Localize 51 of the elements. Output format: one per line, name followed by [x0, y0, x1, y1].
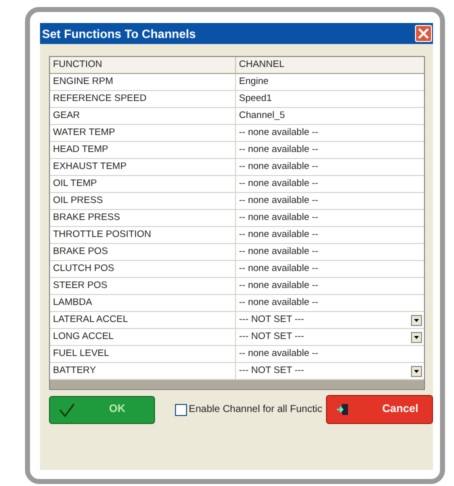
table-cell-text: -- none available -- — [238, 278, 318, 293]
column-header[interactable]: CHANNEL — [236, 57, 424, 73]
checkmark-icon — [58, 402, 76, 418]
table-cell-text: -- none available -- — [238, 346, 318, 361]
dropdown-value: --- NOT SET --- — [238, 364, 304, 378]
dropdown-arrow-icon — [414, 336, 419, 338]
table-cell: FUEL LEVEL — [50, 346, 236, 362]
window-title: Set Functions To Channels — [42, 26, 196, 42]
table-cell-text: -- none available -- — [238, 126, 318, 140]
cancel-button[interactable]: Cancel — [326, 395, 433, 424]
table-cell: STEER POS — [50, 278, 236, 294]
table-cell: LATERAL ACCEL — [50, 312, 236, 328]
table-cell: WATER TEMP — [50, 125, 236, 141]
table-cell: LONG ACCEL — [50, 329, 236, 345]
table-cell: EXHAUST TEMP — [50, 159, 236, 175]
table-cell: BATTERY — [50, 363, 236, 379]
table-cell-text: -- none available -- — [238, 262, 318, 276]
table-cell-text: -- none available -- — [238, 176, 318, 191]
table-cell: BRAKE POS — [50, 244, 236, 260]
column-header[interactable]: FUNCTION — [50, 57, 236, 73]
table-cell: OIL TEMP — [50, 176, 236, 192]
table-cell: CLUTCH POS — [50, 261, 236, 277]
table-cell: OIL PRESS — [50, 193, 236, 209]
exit-door-icon — [337, 403, 350, 416]
close-icon — [418, 28, 429, 39]
table-cell: ENGINE RPM — [50, 74, 236, 90]
table-cell: LAMBDA — [50, 295, 236, 311]
table-cell-text: -- none available -- — [238, 210, 318, 225]
dropdown-button[interactable] — [411, 314, 422, 326]
table-cell: BRAKE PRESS — [50, 210, 236, 226]
table-cell-text: Speed1 — [238, 92, 272, 106]
table-cell: THROTTLE POSITION — [50, 227, 236, 243]
dropdown-value: --- NOT SET --- — [238, 312, 304, 327]
table-cell-text: -- none available -- — [238, 296, 318, 310]
table-cell-text: Channel_5 — [238, 108, 285, 123]
table-cell-text: -- none available -- — [238, 194, 318, 208]
dropdown-button[interactable] — [411, 366, 422, 376]
table-cell-text: -- none available -- — [238, 228, 318, 242]
dropdown-arrow-icon — [414, 370, 419, 372]
close-button[interactable] — [415, 25, 432, 42]
dropdown-button[interactable] — [411, 332, 422, 342]
table-cell: GEAR — [50, 108, 236, 124]
table-cell: REFERENCE SPEED — [50, 91, 236, 107]
table-cell-text: Engine — [238, 74, 269, 89]
table-cell-text: -- none available -- — [238, 160, 318, 174]
table-cell-text: -- none available -- — [238, 142, 318, 157]
enable-all-checkbox[interactable]: Enable Channel for all Functic — [174, 402, 322, 417]
dropdown-arrow-icon — [414, 318, 419, 322]
dropdown-value: --- NOT SET --- — [238, 330, 304, 344]
table-cell-text: -- none available -- — [238, 244, 318, 259]
table-cell: HEAD TEMP — [50, 142, 236, 158]
